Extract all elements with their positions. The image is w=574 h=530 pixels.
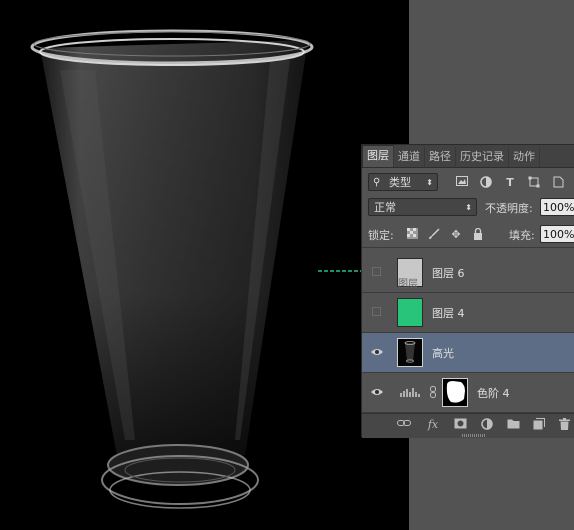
lock-paint-brush-icon[interactable]	[427, 228, 441, 242]
panel-tab-bar: 图层 通道 路径 历史记录 动作	[362, 145, 574, 168]
new-adjustment-layer-icon[interactable]	[480, 418, 494, 432]
delete-layer-trash-icon[interactable]	[557, 418, 571, 432]
opacity-label: 不透明度:	[485, 202, 533, 215]
add-mask-icon[interactable]	[453, 418, 467, 432]
tab-history[interactable]: 历史记录	[456, 147, 509, 167]
layer-row[interactable]: 图层 图层 6	[362, 253, 574, 293]
tab-paths[interactable]: 路径	[425, 147, 456, 167]
document-canvas[interactable]	[0, 0, 409, 530]
new-layer-icon[interactable]	[532, 418, 546, 432]
thumb-caption: 图层	[398, 279, 418, 290]
layer-thumbnail	[397, 338, 423, 367]
resize-grip[interactable]	[462, 434, 486, 437]
new-group-folder-icon[interactable]	[506, 418, 520, 432]
eye-icon[interactable]	[371, 346, 383, 358]
layer-list: 图层 图层 6 图层 4 高光 色阶 4	[362, 253, 574, 413]
layer-mask-thumbnail[interactable]	[442, 378, 468, 407]
layers-panel: 图层 通道 路径 历史记录 动作 ⚲ 类型 ⬍ T 正常 ⬍ 不透明度: 100…	[361, 144, 574, 438]
tab-channels[interactable]: 通道	[394, 147, 425, 167]
blend-mode-value: 正常	[374, 201, 396, 214]
visibility-toggle[interactable]	[372, 267, 381, 276]
glass-thumb-icon	[404, 341, 416, 363]
fill-input[interactable]: 100%	[540, 225, 574, 243]
blend-mode-select[interactable]: 正常 ⬍	[368, 198, 477, 216]
lock-label: 锁定:	[368, 229, 394, 242]
panel-bottom-toolbar: fx	[362, 413, 574, 438]
layer-name[interactable]: 色阶 4	[477, 385, 510, 401]
adjustment-filter-icon[interactable]	[479, 176, 493, 190]
eye-icon[interactable]	[371, 386, 383, 398]
shape-filter-icon[interactable]	[527, 176, 541, 190]
lock-row: 锁定: ✥ 填充: 100%	[362, 221, 574, 248]
link-layers-icon[interactable]	[397, 418, 411, 432]
layer-name[interactable]: 图层 4	[432, 305, 465, 321]
blend-row: 正常 ⬍ 不透明度: 100%	[362, 195, 574, 221]
layer-name[interactable]: 高光	[432, 345, 454, 361]
layer-style-fx-icon[interactable]: fx	[426, 418, 440, 432]
fill-label: 填充:	[509, 229, 535, 242]
filter-label: 类型	[389, 176, 411, 189]
tab-actions[interactable]: 动作	[509, 147, 540, 167]
layer-edge-artifact	[318, 270, 366, 272]
smart-object-filter-icon[interactable]	[551, 176, 565, 190]
lock-all-icon[interactable]	[471, 227, 485, 242]
layer-thumbnail	[397, 298, 423, 327]
opacity-input[interactable]: 100%	[540, 198, 574, 216]
type-filter-icon[interactable]: T	[503, 176, 517, 190]
lock-position-move-icon[interactable]: ✥	[449, 228, 463, 242]
layer-name[interactable]: 图层 6	[432, 265, 465, 281]
chevron-updown-icon: ⬍	[465, 203, 472, 212]
layer-thumbnail: 图层	[397, 258, 423, 290]
layer-row[interactable]: 色阶 4	[362, 373, 574, 413]
levels-adjustment-icon	[400, 386, 420, 398]
tab-layers[interactable]: 图层	[362, 145, 394, 167]
layer-row[interactable]: 高光	[362, 333, 574, 373]
layer-row[interactable]: 图层 4	[362, 293, 574, 333]
glass-image	[30, 29, 314, 509]
lock-transparent-icon[interactable]	[405, 228, 419, 242]
layer-filter-select[interactable]: ⚲ 类型 ⬍	[368, 173, 438, 191]
chevron-updown-icon: ⬍	[426, 178, 433, 187]
visibility-toggle[interactable]	[372, 307, 381, 316]
filter-row: ⚲ 类型 ⬍ T	[362, 169, 574, 195]
image-filter-icon[interactable]	[455, 176, 469, 190]
chain-link-icon[interactable]	[430, 386, 436, 398]
search-icon: ⚲	[373, 177, 381, 188]
